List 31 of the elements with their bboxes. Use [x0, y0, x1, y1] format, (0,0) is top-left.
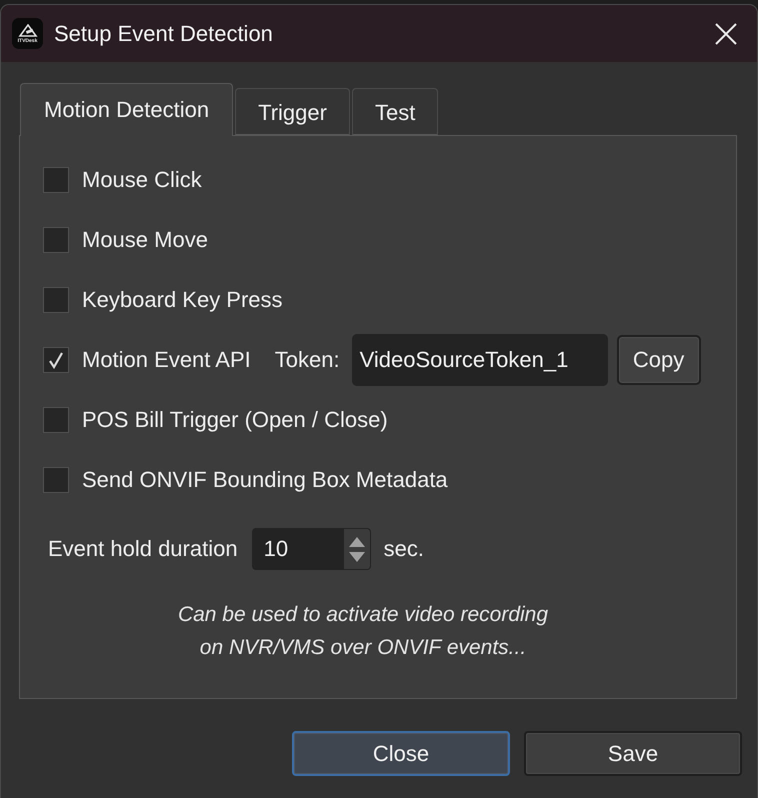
checkbox[interactable]	[43, 227, 69, 253]
checkbox-label: Send ONVIF Bounding Box Metadata	[82, 467, 448, 493]
hint-text: Can be used to activate video recording on NVR/VMS over ONVIF events...	[176, 602, 550, 661]
window-title: Setup Event Detection	[54, 20, 274, 46]
unit-label: sec.	[384, 536, 424, 562]
checkbox-label: POS Bill Trigger (Open / Close)	[82, 407, 388, 433]
triangle-icon	[18, 24, 38, 38]
checkbox-label: Mouse Move	[82, 227, 208, 253]
save-button[interactable]: Save	[524, 731, 742, 776]
token-field[interactable]: VideoSourceToken_1	[352, 334, 608, 386]
close-button[interactable]: Close	[292, 731, 510, 776]
checkbox-label: Keyboard Key Press	[82, 287, 283, 313]
checkbox[interactable]	[43, 347, 69, 373]
caret-down-icon[interactable]	[348, 552, 365, 562]
checkmark-icon	[48, 351, 64, 369]
close-icon[interactable]	[715, 22, 737, 44]
checkbox[interactable]	[43, 407, 69, 433]
token-label: Token:	[274, 347, 340, 373]
number-field[interactable]: 10	[252, 528, 344, 570]
spin-buttons[interactable]	[344, 528, 371, 570]
tab[interactable]: Trigger	[235, 88, 350, 135]
tab[interactable]: Motion Detection	[20, 83, 234, 136]
checkbox-label: Mouse Click	[82, 167, 202, 193]
checkbox-label: Motion Event API	[82, 347, 251, 373]
checkbox[interactable]	[43, 167, 69, 193]
checkbox[interactable]	[43, 287, 69, 313]
tab[interactable]: Test	[352, 88, 438, 135]
caret-up-icon[interactable]	[348, 536, 365, 546]
hold-duration-label: Event hold duration	[48, 536, 238, 562]
checkbox[interactable]	[43, 467, 69, 493]
copy-button[interactable]: Copy	[616, 335, 701, 385]
